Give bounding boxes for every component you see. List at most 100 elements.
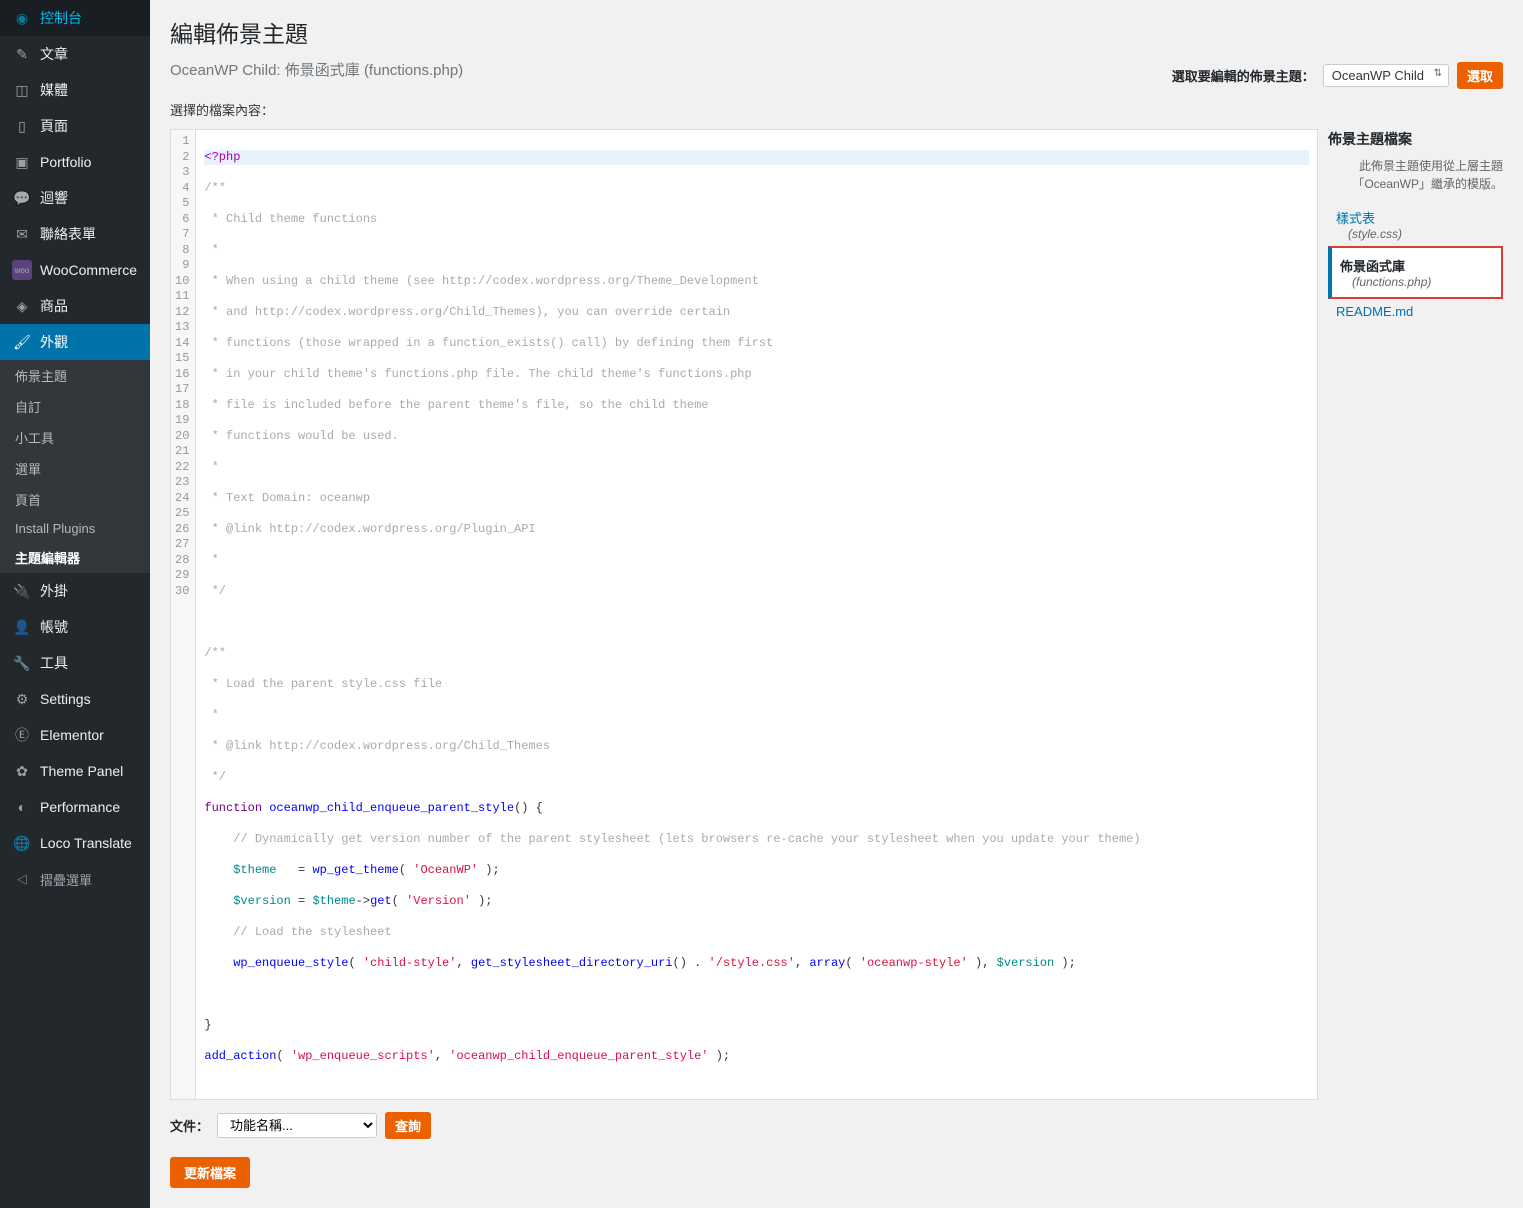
plugin-icon: 🔌 xyxy=(12,581,32,601)
woo-icon: woo xyxy=(12,260,32,280)
sidebar-item-pages[interactable]: ▯ 頁面 xyxy=(0,108,150,144)
sidebar-item-label: 外觀 xyxy=(40,332,68,352)
code-text: * and http://codex.wordpress.org/Child_T… xyxy=(204,305,730,319)
file-item-stylesheet[interactable]: 樣式表 (style.css) xyxy=(1328,203,1503,246)
sidebar-item-products[interactable]: ◈ 商品 xyxy=(0,288,150,324)
collapse-icon: ◁ xyxy=(12,869,32,889)
code-text: /** xyxy=(204,181,226,195)
sidebar-item-performance[interactable]: ◐ Performance xyxy=(0,789,150,825)
sidebar-item-elementor[interactable]: Ⓔ Elementor xyxy=(0,717,150,753)
code-text: * file is included before the parent the… xyxy=(204,398,708,412)
code-text: */ xyxy=(204,770,226,784)
code-text: /** xyxy=(204,646,226,660)
sidebar-item-posts[interactable]: ✎ 文章 xyxy=(0,36,150,72)
product-icon: ◈ xyxy=(12,296,32,316)
line-number-gutter: 1234567891011121314151617181920212223242… xyxy=(171,130,196,1099)
code-text: */ xyxy=(204,584,226,598)
sidebar-item-settings[interactable]: ⚙ Settings xyxy=(0,681,150,717)
sidebar-item-label: 帳號 xyxy=(40,617,68,637)
sidebar-item-label: 頁面 xyxy=(40,116,68,136)
update-file-button[interactable]: 更新檔案 xyxy=(170,1157,250,1188)
sidebar-item-plugins[interactable]: 🔌 外掛 xyxy=(0,573,150,609)
sidebar-item-label: Performance xyxy=(40,799,120,815)
file-label: README.md xyxy=(1336,304,1413,319)
lookup-button[interactable]: 查詢 xyxy=(385,1112,431,1139)
elementor-icon: Ⓔ xyxy=(12,725,32,745)
pin-icon: ✎ xyxy=(12,44,32,64)
sidebar-item-comments[interactable]: 💬 迴響 xyxy=(0,180,150,216)
sidebar-sub-header[interactable]: 頁首 xyxy=(0,484,150,515)
code-text: * @link http://codex.wordpress.org/Child… xyxy=(204,739,550,753)
code-text: <?php xyxy=(204,150,240,164)
sidebar-item-label: Elementor xyxy=(40,727,104,743)
admin-sidebar: ◉ 控制台 ✎ 文章 ◫ 媒體 ▯ 頁面 ▣ Portfolio 💬 迴響 ✉ … xyxy=(0,0,150,1208)
code-text: * xyxy=(204,553,218,567)
select-theme-button[interactable]: 選取 xyxy=(1457,62,1503,89)
comment-icon: 💬 xyxy=(12,188,32,208)
file-sub: (style.css) xyxy=(1348,227,1495,241)
function-name-select[interactable]: 功能名稱... xyxy=(217,1113,377,1138)
dashboard-icon: ◉ xyxy=(12,8,32,28)
select-theme-label: 選取要編輯的佈景主題： xyxy=(1172,66,1315,85)
file-item-readme[interactable]: README.md xyxy=(1328,299,1503,324)
code-text: * Child theme functions xyxy=(204,212,377,226)
code-text: * Text Domain: oceanwp xyxy=(204,491,370,505)
sidebar-item-media[interactable]: ◫ 媒體 xyxy=(0,72,150,108)
files-panel-note: 此佈景主題使用從上層主題「OceanWP」繼承的模版。 xyxy=(1328,157,1503,193)
sidebar-item-label: Loco Translate xyxy=(40,835,132,851)
translate-icon: 🌐 xyxy=(12,833,32,853)
sidebar-sub-theme-editor[interactable]: 主題編輯器 xyxy=(0,542,150,573)
sidebar-item-label: WooCommerce xyxy=(40,262,137,278)
sidebar-item-label: 聯絡表單 xyxy=(40,224,96,244)
theme-files-panel: 佈景主題檔案 此佈景主題使用從上層主題「OceanWP」繼承的模版。 樣式表 (… xyxy=(1318,129,1503,1100)
sidebar-item-themepanel[interactable]: ✿ Theme Panel xyxy=(0,753,150,789)
collapse-menu-button[interactable]: ◁ 摺疊選單 xyxy=(0,861,150,897)
select-file-label: 選擇的檔案內容： xyxy=(170,100,1503,119)
code-text: * xyxy=(204,460,218,474)
sidebar-item-appearance[interactable]: 🖌 外觀 xyxy=(0,324,150,360)
file-item-functions[interactable]: 佈景函式庫 (functions.php) xyxy=(1328,246,1503,299)
file-sub: (functions.php) xyxy=(1352,275,1493,289)
wrench-icon: 🔧 xyxy=(12,653,32,673)
sidebar-item-label: 工具 xyxy=(40,653,68,673)
sliders-icon: ⚙ xyxy=(12,689,32,709)
code-text: * functions (those wrapped in a function… xyxy=(204,336,773,350)
sidebar-sub-widgets[interactable]: 小工具 xyxy=(0,422,150,453)
doc-label: 文件： xyxy=(170,1116,209,1135)
sidebar-item-label: Portfolio xyxy=(40,154,91,170)
theme-selected-value: OceanWP Child xyxy=(1332,68,1424,83)
sidebar-sub-menus[interactable]: 選單 xyxy=(0,453,150,484)
sidebar-item-users[interactable]: 👤 帳號 xyxy=(0,609,150,645)
page-title: 編輯佈景主題 xyxy=(170,15,1503,49)
sidebar-item-dashboard[interactable]: ◉ 控制台 xyxy=(0,0,150,36)
sidebar-sub-customize[interactable]: 自訂 xyxy=(0,391,150,422)
sidebar-item-contact[interactable]: ✉ 聯絡表單 xyxy=(0,216,150,252)
code-content[interactable]: <?php /** * Child theme functions * * Wh… xyxy=(196,130,1317,1099)
sidebar-item-tools[interactable]: 🔧 工具 xyxy=(0,645,150,681)
sidebar-item-woocommerce[interactable]: woo WooCommerce xyxy=(0,252,150,288)
sidebar-item-label: 迴響 xyxy=(40,188,68,208)
mail-icon: ✉ xyxy=(12,224,32,244)
files-panel-title: 佈景主題檔案 xyxy=(1328,129,1503,149)
file-label: 佈景函式庫 xyxy=(1340,259,1405,274)
sidebar-item-loco[interactable]: 🌐 Loco Translate xyxy=(0,825,150,861)
code-text: * in your child theme's functions.php fi… xyxy=(204,367,751,381)
code-text: * Load the parent style.css file xyxy=(204,677,442,691)
sidebar-item-label: Settings xyxy=(40,691,91,707)
code-editor[interactable]: 1234567891011121314151617181920212223242… xyxy=(170,129,1318,1100)
sidebar-sub-install-plugins[interactable]: Install Plugins xyxy=(0,515,150,542)
portfolio-icon: ▣ xyxy=(12,152,32,172)
documentation-row: 文件： 功能名稱... 查詢 xyxy=(170,1112,1503,1139)
code-text: * @link http://codex.wordpress.org/Plugi… xyxy=(204,522,535,536)
performance-icon: ◐ xyxy=(12,797,32,817)
code-text: * When using a child theme (see http://c… xyxy=(204,274,759,288)
sidebar-item-label: 商品 xyxy=(40,296,68,316)
sidebar-sub-themes[interactable]: 佈景主題 xyxy=(0,360,150,391)
collapse-label: 摺疊選單 xyxy=(40,870,92,889)
code-text: } xyxy=(204,1018,1309,1034)
main-content: 編輯佈景主題 OceanWP Child: 佈景函式庫 (functions.p… xyxy=(150,0,1523,1208)
sidebar-item-portfolio[interactable]: ▣ Portfolio xyxy=(0,144,150,180)
user-icon: 👤 xyxy=(12,617,32,637)
theme-select-dropdown[interactable]: OceanWP Child xyxy=(1323,64,1449,87)
sidebar-item-label: 媒體 xyxy=(40,80,68,100)
